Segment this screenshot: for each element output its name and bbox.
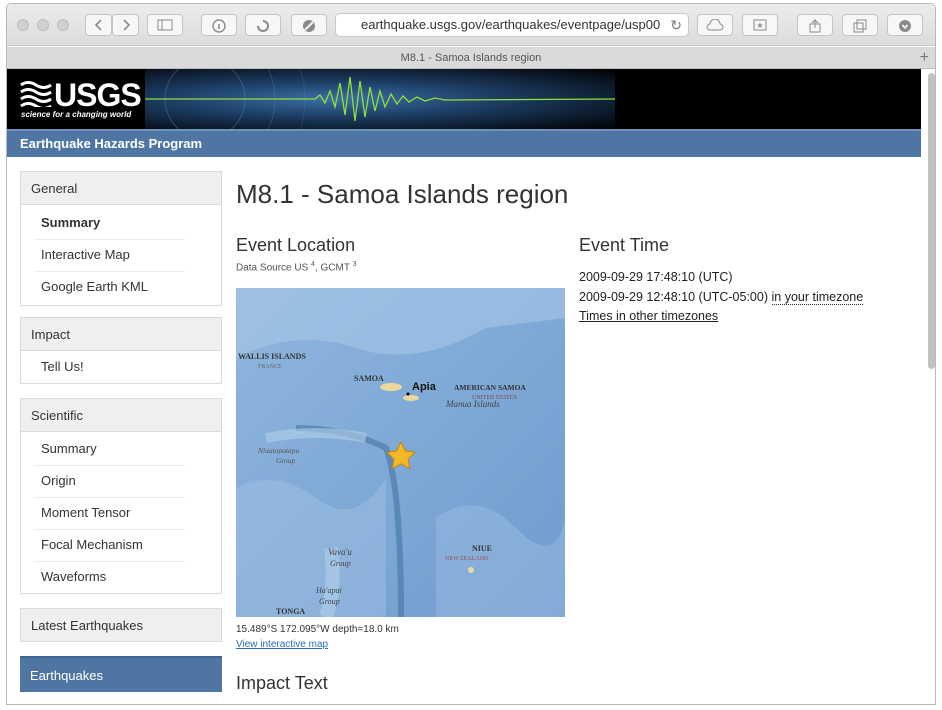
map-label-american-samoa: AMERICAN SAMOA [454, 383, 526, 392]
nav-heading-scientific: Scientific [21, 399, 221, 432]
cloud-icon [706, 19, 724, 31]
event-time-heading: Event Time [579, 235, 670, 255]
svg-text:★: ★ [756, 21, 763, 30]
program-bar: Earthquake Hazards Program [7, 129, 921, 157]
zoom-window-button[interactable] [57, 19, 69, 31]
minimize-window-button[interactable] [37, 19, 49, 31]
samoa-island [380, 383, 402, 391]
usgs-banner: USGS science for a changing world [7, 69, 921, 129]
map-label-group-2: Group [330, 559, 351, 568]
nav-item-summary[interactable]: Summary [21, 207, 221, 239]
tab-bar: M8.1 - Samoa Islands region + [7, 47, 935, 69]
map-label-niuatoputapu: Niuatoputapu [257, 446, 300, 455]
other-timezones-link[interactable]: Times in other timezones [579, 309, 718, 323]
data-source-ref-gcmt[interactable]: 3 [353, 261, 357, 268]
icloud-tabs-button[interactable] [697, 14, 733, 36]
timezone-tooltip-link[interactable]: in your timezone [771, 290, 864, 305]
nav-item-google-earth-kml[interactable]: Google Earth KML [21, 271, 221, 303]
reload-icon[interactable]: ↻ [670, 14, 682, 36]
data-source: Data Source US 4, GCMT 3 [236, 261, 356, 273]
page-viewport[interactable]: USGS science for a changing world Earthq… [7, 69, 935, 704]
map-label-samoa: SAMOA [354, 374, 384, 383]
event-time-local-value: 2009-09-29 12:48:10 (UTC-05:00) [579, 290, 769, 304]
nav-item-focal-mechanism[interactable]: Focal Mechanism [21, 529, 221, 561]
back-icon [94, 19, 102, 31]
map-label-france: FRANCE [258, 364, 282, 370]
nav-item-moment-tensor[interactable]: Moment Tensor [21, 497, 221, 529]
impact-text-heading: Impact Text [236, 673, 328, 693]
view-interactive-map-link[interactable]: View interactive map [236, 639, 328, 650]
vertical-scrollbar[interactable] [928, 73, 935, 369]
nav-group-impact: Impact Tell Us! [20, 317, 222, 384]
page-title: M8.1 - Samoa Islands region [236, 179, 569, 209]
address-bar[interactable]: earthquake.usgs.gov/earthquakes/eventpag… [335, 13, 689, 37]
back-button[interactable] [85, 14, 112, 36]
data-source-label: Data Source US [236, 262, 309, 274]
nav-item-origin[interactable]: Origin [21, 465, 221, 497]
nav-item-interactive-map[interactable]: Interactive Map [21, 239, 221, 271]
event-coordinates: 15.489°S 172.095°W depth=18.0 km [236, 624, 399, 635]
map-label-niue: NIUE [472, 544, 492, 553]
nav-group-general: General Summary Interactive Map Google E… [20, 171, 222, 306]
forward-icon [122, 19, 130, 31]
nav-item-waveforms[interactable]: Waveforms [21, 561, 221, 593]
niue-island [468, 567, 474, 573]
forward-button[interactable] [112, 14, 139, 36]
bookmark-button[interactable]: ★ [742, 14, 778, 36]
close-window-button[interactable] [17, 19, 29, 31]
map-label-new-zealand: NEW ZEALAND [445, 556, 489, 562]
upolu-island [403, 395, 419, 401]
show-tabs-button[interactable] [842, 14, 878, 36]
browser-window: earthquake.usgs.gov/earthquakes/eventpag… [6, 3, 936, 705]
map-label-apia: Apia [412, 381, 437, 393]
url-text: earthquake.usgs.gov/earthquakes/eventpag… [361, 17, 661, 32]
data-source-separator: , GCMT [314, 262, 350, 274]
nav-item-scientific-summary[interactable]: Summary [21, 433, 221, 465]
pocket-button[interactable] [245, 14, 281, 36]
seismogram-graphic [104, 69, 616, 129]
map-label-group-3: Group [319, 597, 340, 606]
shield-icon [303, 20, 315, 32]
download-icon [899, 20, 911, 32]
nav-latest-earthquakes[interactable]: Latest Earthquakes [20, 608, 222, 642]
reader-info-button[interactable] [201, 14, 237, 36]
info-icon [212, 19, 226, 33]
event-map[interactable]: WALLIS ISLANDS FRANCE SAMOA Apia AMERICA… [236, 288, 565, 617]
event-location-heading: Event Location [236, 235, 356, 255]
share-button[interactable] [797, 14, 833, 36]
pocket-icon [257, 20, 269, 32]
downloads-button[interactable] [887, 14, 923, 36]
shield-button[interactable] [291, 14, 327, 36]
nav-heading-impact: Impact [21, 318, 221, 351]
tabs-icon [853, 19, 867, 33]
nav-item-tell-us[interactable]: Tell Us! [21, 351, 221, 383]
usgs-logo-icon[interactable] [20, 79, 52, 112]
map-label-group-1: Group [276, 456, 296, 465]
program-title[interactable]: Earthquake Hazards Program [20, 136, 202, 151]
share-icon [809, 19, 821, 33]
map-label-haapai: Ha'apai [315, 586, 342, 595]
map-label-vavau: Vava'u [328, 547, 352, 557]
plus-icon[interactable]: + [920, 47, 929, 69]
map-label-tonga: TONGA [276, 607, 305, 616]
nav-group-scientific: Scientific Summary Origin Moment Tensor … [20, 398, 222, 594]
map-label-manua: Manua Islands [445, 399, 500, 409]
bookmark-icon: ★ [753, 19, 767, 31]
browser-toolbar: earthquake.usgs.gov/earthquakes/eventpag… [7, 4, 935, 46]
usgs-tagline: science for a changing world [21, 110, 132, 119]
event-time-local: 2009-09-29 12:48:10 (UTC-05:00) in your … [579, 290, 864, 305]
sidebar-toggle-button[interactable] [147, 14, 183, 36]
nav-heading-general: General [21, 172, 221, 205]
usgs-logo-text[interactable]: USGS [54, 77, 142, 114]
event-time-utc: 2009-09-29 17:48:10 (UTC) [579, 270, 733, 284]
tab-title[interactable]: M8.1 - Samoa Islands region [401, 52, 542, 64]
nav-earthquakes[interactable]: Earthquakes [20, 656, 222, 692]
sidebar-icon [157, 19, 173, 31]
map-label-wallis: WALLIS ISLANDS [238, 352, 306, 361]
